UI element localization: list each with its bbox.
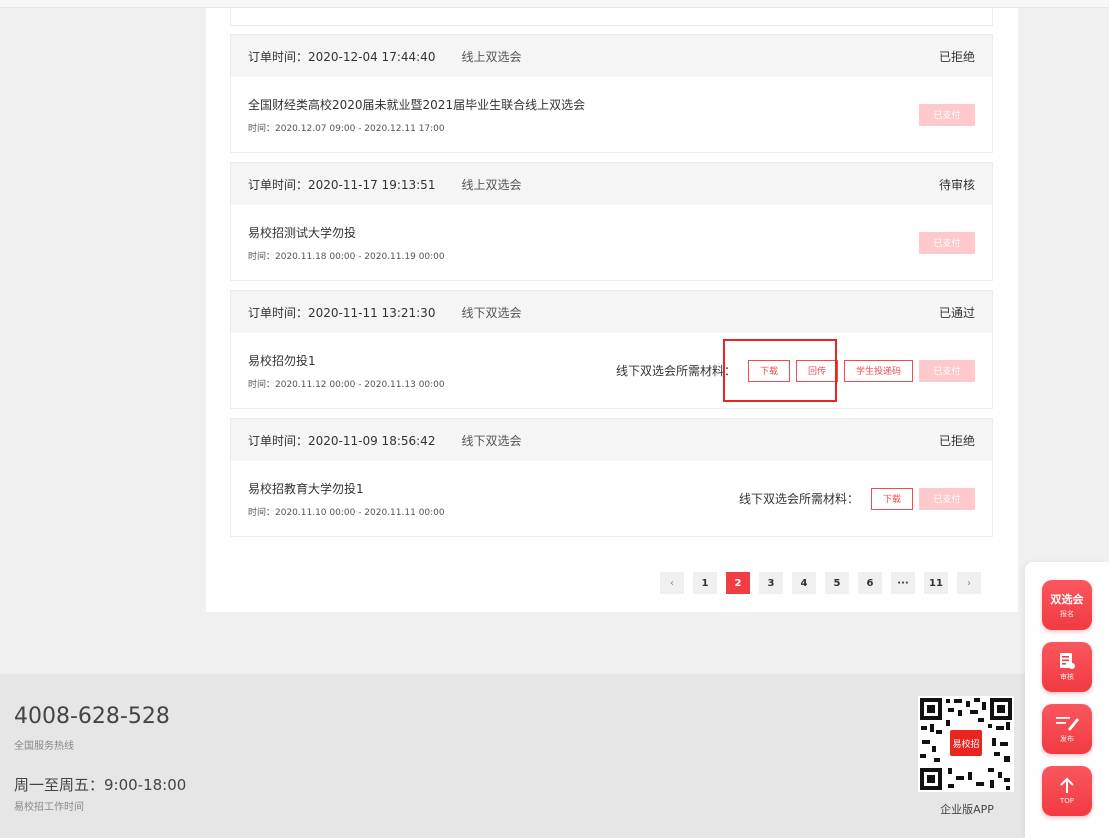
side-toolbar: 双选会 报名 审核 发布 TOP: [1025, 562, 1109, 838]
order-type: 线上双选会: [461, 177, 522, 192]
order-actions: 已支付: [913, 231, 975, 254]
order-card: 订单时间：2020-11-17 19:13:51 线上双选会 待审核 易校招测试…: [230, 162, 993, 281]
fair-info: 易校招教育大学勿投1 时间：2020.11.10 00:00 - 2020.11…: [248, 480, 445, 518]
order-actions: 已支付: [913, 103, 975, 126]
order-type: 线下双选会: [461, 305, 522, 320]
page-ellipsis[interactable]: ···: [891, 572, 915, 594]
order-time: 订单时间：2020-12-04 17:44:40: [248, 49, 436, 64]
order-status: 待审核: [938, 177, 975, 192]
footer: 4008-628-528 全国服务热线 周一至周五：9:00-18:00 易校招…: [0, 674, 1109, 838]
materials-label: 线下双选会所需材料：: [738, 492, 859, 506]
fair-date: 时间：2020.12.07 09:00 - 2020.12.11 17:00: [248, 123, 445, 134]
publish-button[interactable]: 发布: [1042, 704, 1092, 754]
fair-name[interactable]: 全国财经类高校2020届未就业暨2021届毕业生联合线上双选会: [248, 96, 585, 113]
download-button[interactable]: 下载: [747, 359, 790, 382]
prev-page-button[interactable]: ‹: [660, 572, 684, 594]
fair-signup-sub: 报名: [1060, 610, 1074, 618]
qr-code-icon: 易校招: [918, 696, 1014, 792]
delivery-code-button[interactable]: 学生投递码: [843, 359, 913, 382]
upload-button[interactable]: 回传: [795, 359, 838, 382]
order-header: 订单时间：2020-11-09 18:56:42 线下双选会 已拒绝: [231, 419, 992, 461]
order-card: 订单时间：2020-11-09 18:56:42 线下双选会 已拒绝 易校招教育…: [230, 418, 993, 537]
fair-date: 时间：2020.11.10 00:00 - 2020.11.11 00:00: [248, 507, 445, 518]
publish-label: 发布: [1060, 735, 1074, 743]
hotline-label: 全国服务热线: [14, 741, 74, 752]
order-list: 订单时间：2020-12-04 17:44:40 线上双选会 已拒绝 全国财经类…: [230, 8, 993, 546]
fair-signup-label: 双选会: [1050, 593, 1084, 606]
pagination: ‹ 1 2 3 4 5 6 ··· 11 ›: [660, 572, 990, 594]
left-gutter: [14, 8, 206, 612]
materials-label: 线下双选会所需材料：: [615, 364, 736, 378]
review-label: 审核: [1060, 673, 1074, 681]
page-button-5[interactable]: 5: [825, 572, 849, 594]
order-time: 订单时间：2020-11-09 18:56:42: [248, 433, 436, 448]
page: 订单时间：2020-12-04 17:44:40 线上双选会 已拒绝 全国财经类…: [0, 0, 1109, 838]
order-header: 订单时间：2020-11-17 19:13:51 线上双选会 待审核: [231, 163, 992, 205]
back-to-top-label: TOP: [1059, 797, 1074, 805]
page-button-4[interactable]: 4: [792, 572, 816, 594]
order-status: 已拒绝: [938, 49, 975, 64]
fair-name[interactable]: 易校招教育大学勿投1: [248, 480, 445, 497]
page-button-11[interactable]: 11: [924, 572, 948, 594]
back-to-top-button[interactable]: TOP: [1042, 766, 1092, 816]
order-body: 易校招勿投1 时间：2020.11.12 00:00 - 2020.11.13 …: [231, 333, 992, 408]
qr-label: 企业版APP: [940, 803, 994, 816]
fair-name[interactable]: 易校招测试大学勿投: [248, 224, 445, 241]
work-hours-label: 易校招工作时间: [14, 802, 84, 813]
order-header: 订单时间：2020-11-11 13:21:30 线下双选会 已通过: [231, 291, 992, 333]
qr-logo-text: 易校招: [952, 738, 979, 750]
previous-order-card-bottom: [230, 8, 993, 26]
order-type: 线下双选会: [461, 433, 522, 448]
order-actions: 线下双选会所需材料： 下载 回传 学生投递码 已支付: [615, 359, 975, 382]
order-header: 订单时间：2020-12-04 17:44:40 线上双选会 已拒绝: [231, 35, 992, 77]
order-time: 订单时间：2020-11-17 19:13:51: [248, 177, 436, 192]
next-page-button[interactable]: ›: [957, 572, 981, 594]
top-divider: [0, 0, 1109, 8]
work-hours: 周一至周五：9:00-18:00: [14, 776, 187, 794]
review-button[interactable]: 审核: [1042, 642, 1092, 692]
order-card: 订单时间：2020-11-11 13:21:30 线下双选会 已通过 易校招勿投…: [230, 290, 993, 409]
order-actions: 线下双选会所需材料： 下载 已支付: [738, 487, 975, 510]
order-type: 线上双选会: [461, 49, 522, 64]
order-status: 已拒绝: [938, 433, 975, 448]
paid-button[interactable]: 已支付: [919, 359, 975, 382]
order-time: 订单时间：2020-11-11 13:21:30: [248, 305, 436, 320]
order-status: 已通过: [938, 305, 975, 320]
order-body: 易校招测试大学勿投 时间：2020.11.18 00:00 - 2020.11.…: [231, 205, 992, 280]
download-button[interactable]: 下载: [870, 487, 913, 510]
order-card: 订单时间：2020-12-04 17:44:40 线上双选会 已拒绝 全国财经类…: [230, 34, 993, 153]
fair-info: 易校招勿投1 时间：2020.11.12 00:00 - 2020.11.13 …: [248, 352, 445, 390]
page-button-6[interactable]: 6: [858, 572, 882, 594]
order-body: 全国财经类高校2020届未就业暨2021届毕业生联合线上双选会 时间：2020.…: [231, 77, 992, 152]
fair-signup-button[interactable]: 双选会 报名: [1042, 580, 1092, 630]
fair-date: 时间：2020.11.12 00:00 - 2020.11.13 00:00: [248, 379, 445, 390]
paid-button[interactable]: 已支付: [919, 103, 975, 126]
fair-info: 全国财经类高校2020届未就业暨2021届毕业生联合线上双选会 时间：2020.…: [248, 96, 585, 134]
publish-icon: [1056, 717, 1079, 731]
arrow-up-icon: [1060, 777, 1074, 793]
page-button-1[interactable]: 1: [693, 572, 717, 594]
page-button-3[interactable]: 3: [759, 572, 783, 594]
fair-date: 时间：2020.11.18 00:00 - 2020.11.19 00:00: [248, 251, 445, 262]
order-body: 易校招教育大学勿投1 时间：2020.11.10 00:00 - 2020.11…: [231, 461, 992, 536]
hotline-number: 4008-628-528: [14, 704, 170, 729]
order-list-panel: 订单时间：2020-12-04 17:44:40 线上双选会 已拒绝 全国财经类…: [206, 8, 1018, 612]
page-button-2[interactable]: 2: [726, 572, 750, 594]
fair-name[interactable]: 易校招勿投1: [248, 352, 445, 369]
fair-info: 易校招测试大学勿投 时间：2020.11.18 00:00 - 2020.11.…: [248, 224, 445, 262]
review-icon: [1060, 653, 1075, 669]
paid-button[interactable]: 已支付: [919, 487, 975, 510]
paid-button[interactable]: 已支付: [919, 231, 975, 254]
